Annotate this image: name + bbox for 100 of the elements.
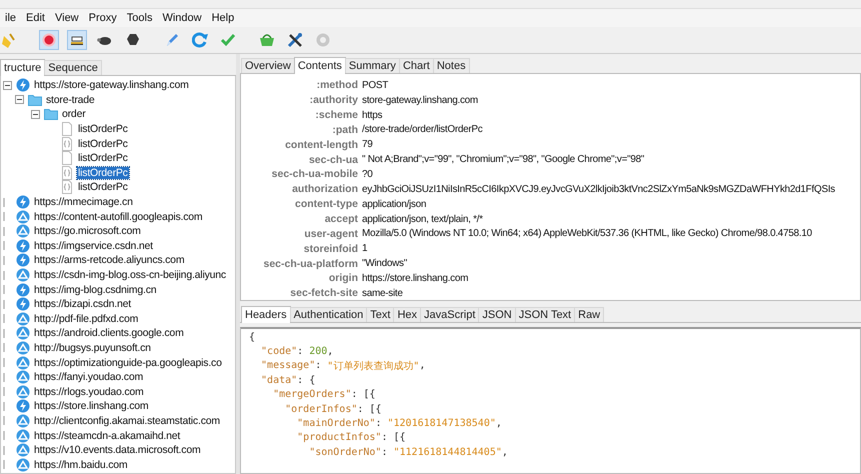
tab[interactable]: Text — [366, 307, 394, 322]
refresh-icon — [192, 32, 208, 48]
tree-item[interactable]: https://v10.events.data.microsoft.com — [33, 444, 202, 456]
tab[interactable]: Summary — [344, 58, 400, 73]
header-name: authorization — [291, 183, 359, 196]
tree-item[interactable]: listOrderPc — [77, 166, 129, 179]
tab[interactable]: JSON Text — [514, 307, 576, 322]
basket-icon — [259, 32, 275, 48]
tab[interactable]: Hex — [393, 307, 422, 322]
globe-icon — [16, 224, 30, 238]
tree-item[interactable]: https://content-autofill.googleapis.com — [33, 210, 204, 223]
header-value: 1 — [362, 243, 368, 254]
tree-item[interactable]: https://imgservice.csdn.net — [33, 240, 154, 252]
code-line: "sonOrderNo": "1121618144814405", — [308, 446, 509, 460]
code-line: "data": { — [260, 374, 316, 388]
lightning-icon — [16, 282, 30, 297]
folder-icon — [28, 92, 42, 107]
toolbar-button[interactable] — [67, 30, 87, 50]
globe-icon — [16, 356, 30, 370]
tree-item[interactable]: listOrderPc — [77, 123, 129, 136]
code-line: "code": 200, — [260, 345, 334, 359]
pen-icon — [164, 32, 180, 48]
tree-item[interactable]: https://store.linshang.com — [33, 400, 150, 412]
tree-item[interactable]: https://bizapi.csdn.net — [33, 298, 132, 310]
globe-icon — [16, 326, 30, 340]
menu-item[interactable]: ile — [0, 12, 22, 24]
header-name: origin — [328, 272, 359, 284]
header-value: ?0 — [362, 168, 373, 180]
tree-item[interactable]: http://clientconfig.akamai.steamstatic.com — [33, 414, 221, 427]
toolbar-button[interactable] — [285, 30, 305, 50]
tree-item[interactable]: https://store-gateway.linshang.com — [33, 79, 190, 92]
code-line: "productInfos": [{ — [296, 431, 407, 446]
tab[interactable]: JSON — [478, 307, 516, 322]
checkmark-icon — [220, 32, 236, 48]
globe-icon — [16, 340, 30, 355]
menu-item[interactable]: Window — [157, 12, 207, 24]
header-value: Mozilla/5.0 (Windows NT 10.0; Win64; x64) AppleWebKit/537.36 (KHTML, like Gecko) Chrome/98.0.4758.10 — [362, 228, 812, 240]
header-value: same-site — [362, 288, 403, 299]
tree-item[interactable]: https://rlogs.youdao.com — [33, 386, 145, 398]
code-line: "orderInfos": [{ — [284, 402, 382, 416]
tree-item[interactable]: listOrderPc — [77, 152, 129, 164]
tab[interactable]: Headers — [241, 306, 291, 323]
tools-icon — [287, 32, 303, 48]
collapse-toggle-icon[interactable] — [31, 110, 40, 119]
tree-item[interactable]: https://img-blog.csdnimg.cn — [33, 284, 158, 296]
header-name: sec-ch-ua — [308, 154, 359, 166]
tree-item[interactable]: listOrderPc — [77, 181, 129, 194]
header-value: POST — [362, 80, 388, 91]
code-line: "mainOrderNo": "1201618147138540", — [296, 417, 503, 431]
header-name: sec-ch-ua-mobile — [270, 168, 359, 180]
tree-item[interactable]: https://go.microsoft.com — [33, 225, 142, 238]
tab[interactable]: Sequence — [44, 60, 102, 75]
tab[interactable]: JavaScript — [420, 307, 480, 322]
tab[interactable]: Notes — [432, 58, 470, 73]
menu-item[interactable]: Edit — [21, 12, 50, 24]
tree-item[interactable]: https://csdn-img-blog.oss-cn-beijing.aliyunc — [33, 269, 227, 282]
header-name: :authority — [308, 94, 359, 106]
tab[interactable]: Authentication — [290, 307, 368, 322]
menu-item[interactable]: Proxy — [84, 12, 122, 24]
header-value: "Windows" — [362, 258, 407, 270]
tree-item[interactable]: https://fanyi.youdao.com — [33, 371, 144, 384]
globe-icon — [16, 268, 30, 282]
menu-item[interactable]: Tools — [122, 12, 158, 24]
collapse-toggle-icon[interactable] — [15, 95, 24, 104]
header-value: eyJhbGciOiJSUzI1NiIsInR5cCI6IkpXVCJ9.eyJvcGVuX2lkIjoib3ktVnc2SlZxYm5aNk9sMGZDaWFHYkh2d1FfQSIs — [362, 184, 835, 195]
tree-item[interactable]: https://optimizationguide-pa.googleapis.co — [33, 356, 223, 369]
header-name: content-type — [294, 198, 359, 210]
tab[interactable]: Raw — [574, 307, 604, 322]
header-name: :method — [316, 79, 359, 92]
header-value: store-gateway.linshang.com — [362, 94, 478, 106]
collapse-toggle-icon[interactable] — [3, 80, 12, 90]
tree-item[interactable]: https://android.clients.google.com — [33, 327, 185, 340]
globe-icon — [16, 414, 30, 428]
header-value: 79 — [362, 139, 373, 150]
globe-icon — [16, 370, 30, 384]
record-icon — [41, 32, 57, 48]
document-icon — [60, 122, 74, 136]
tab[interactable]: Overview — [241, 58, 295, 73]
menu-item[interactable]: View — [50, 12, 84, 24]
tree-item[interactable]: http://pdf-file.pdfxd.com — [33, 312, 140, 325]
code-line: "mergeOrders": [{ — [272, 388, 376, 402]
stop-icon — [125, 32, 141, 48]
header-name: content-length — [284, 138, 359, 151]
document-icon — [60, 151, 74, 166]
tree-item[interactable]: https://mmecimage.cn — [33, 196, 134, 208]
tab[interactable]: tructure — [0, 59, 46, 76]
globe-icon — [16, 384, 30, 399]
tree-item[interactable]: https://steamcdn-a.akamaihd.net — [33, 430, 182, 442]
tree-item[interactable]: listOrderPc — [77, 138, 129, 150]
header-name: user-agent — [303, 228, 359, 240]
tree-item[interactable]: http://bugsys.puyunsoft.cn — [33, 342, 152, 354]
tab[interactable]: Chart — [398, 58, 434, 73]
tree-item[interactable]: https://hm.baidu.com — [33, 458, 128, 471]
tree-item[interactable]: order — [61, 108, 87, 120]
menu-item[interactable]: Help — [206, 12, 240, 24]
lightning-icon — [16, 238, 30, 253]
tab[interactable]: Contents — [294, 57, 346, 74]
json-document-icon — [60, 136, 74, 151]
tree-item[interactable]: https://arms-retcode.aliyuncs.com — [33, 254, 186, 266]
tree-item[interactable]: store-trade — [45, 94, 96, 106]
